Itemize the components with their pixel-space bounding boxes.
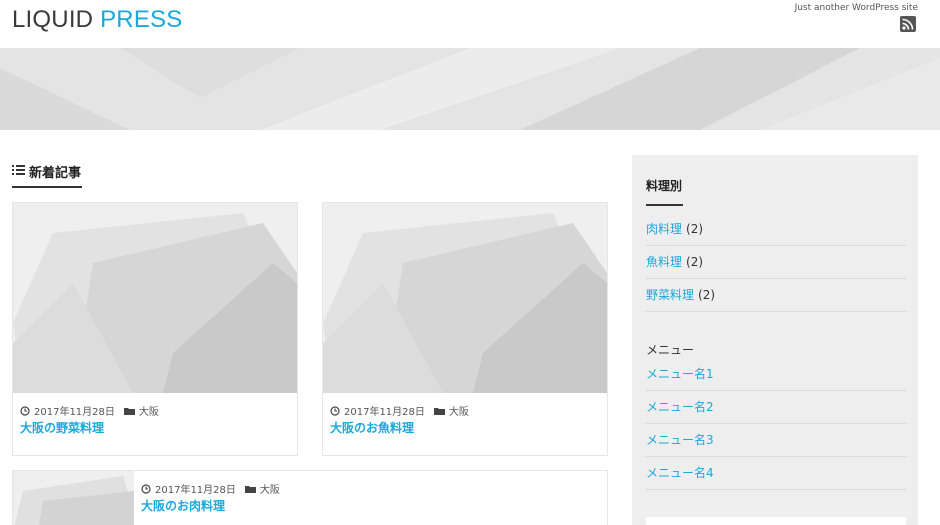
post-date: 2017年11月28日	[344, 407, 425, 418]
category-link[interactable]: 魚料理	[646, 255, 682, 269]
clock-icon	[330, 405, 340, 416]
post-title[interactable]: 大阪のお肉料理	[141, 497, 225, 514]
menu-list: メニュー名1 メニュー名2 メニュー名3 メニュー名4	[646, 358, 906, 490]
post-thumbnail[interactable]	[323, 203, 607, 393]
category-list: 肉料理 (2) 魚料理 (2) 野菜料理 (2)	[646, 213, 906, 312]
post-date: 2017年11月28日	[155, 485, 236, 496]
header-banner	[0, 48, 940, 130]
post-title[interactable]: 大阪のお魚料理	[330, 419, 414, 436]
post-category[interactable]: 大阪	[260, 481, 280, 496]
post-card[interactable]: 2017年11月28日 大阪 大阪のお魚料理	[322, 202, 608, 456]
category-item: 野菜料理 (2)	[646, 279, 906, 312]
section-title-new-posts: 新着記事	[12, 162, 82, 188]
section-title-label: 新着記事	[29, 166, 82, 181]
site-logo[interactable]: LIQUID PRESS	[12, 6, 182, 34]
post-title[interactable]: 大阪の野菜料理	[20, 419, 104, 436]
post-card[interactable]: 2017年11月28日 大阪 大阪の野菜料理	[12, 202, 298, 456]
logo-text-press: PRESS	[100, 6, 183, 33]
folder-icon	[123, 407, 135, 415]
post-meta: 2017年11月28日 大阪	[141, 481, 280, 496]
menu-heading: メニュー	[646, 343, 695, 357]
post-thumbnail[interactable]	[13, 471, 134, 525]
clock-icon	[141, 483, 151, 494]
widget-title-categories: 料理別	[646, 177, 683, 206]
menu-item[interactable]: メニュー名4	[646, 457, 906, 490]
category-item: 肉料理 (2)	[646, 213, 906, 246]
sidebar: 料理別 肉料理 (2) 魚料理 (2) 野菜料理 (2) メニュー メニュー名1 メニ…	[632, 155, 918, 525]
post-meta: 2017年11月28日 大阪	[330, 403, 469, 418]
category-link[interactable]: 肉料理	[646, 222, 682, 236]
category-count: (2)	[686, 255, 704, 269]
folder-icon	[244, 485, 256, 493]
post-thumbnail[interactable]	[13, 203, 297, 393]
category-count: (2)	[686, 222, 704, 236]
post-date: 2017年11月28日	[34, 407, 115, 418]
category-item: 魚料理 (2)	[646, 246, 906, 279]
clock-icon	[20, 405, 30, 416]
sidebar-search-box[interactable]	[646, 517, 906, 525]
post-category[interactable]: 大阪	[449, 403, 469, 418]
list-icon	[12, 164, 25, 176]
post-category[interactable]: 大阪	[139, 403, 159, 418]
menu-item[interactable]: メニュー名3	[646, 424, 906, 457]
category-count: (2)	[698, 288, 716, 302]
site-header: LIQUID PRESS Just another WordPress site	[0, 0, 940, 48]
site-tagline: Just another WordPress site	[794, 3, 918, 13]
rss-icon[interactable]	[900, 16, 916, 32]
category-link[interactable]: 野菜料理	[646, 288, 694, 302]
post-meta: 2017年11月28日 大阪	[20, 403, 159, 418]
folder-icon	[433, 407, 445, 415]
post-card[interactable]: 2017年11月28日 大阪 大阪のお肉料理	[12, 470, 608, 525]
logo-text-liquid: LIQUID	[12, 6, 94, 33]
menu-item[interactable]: メニュー名2	[646, 391, 906, 424]
menu-item[interactable]: メニュー名1	[646, 358, 906, 391]
